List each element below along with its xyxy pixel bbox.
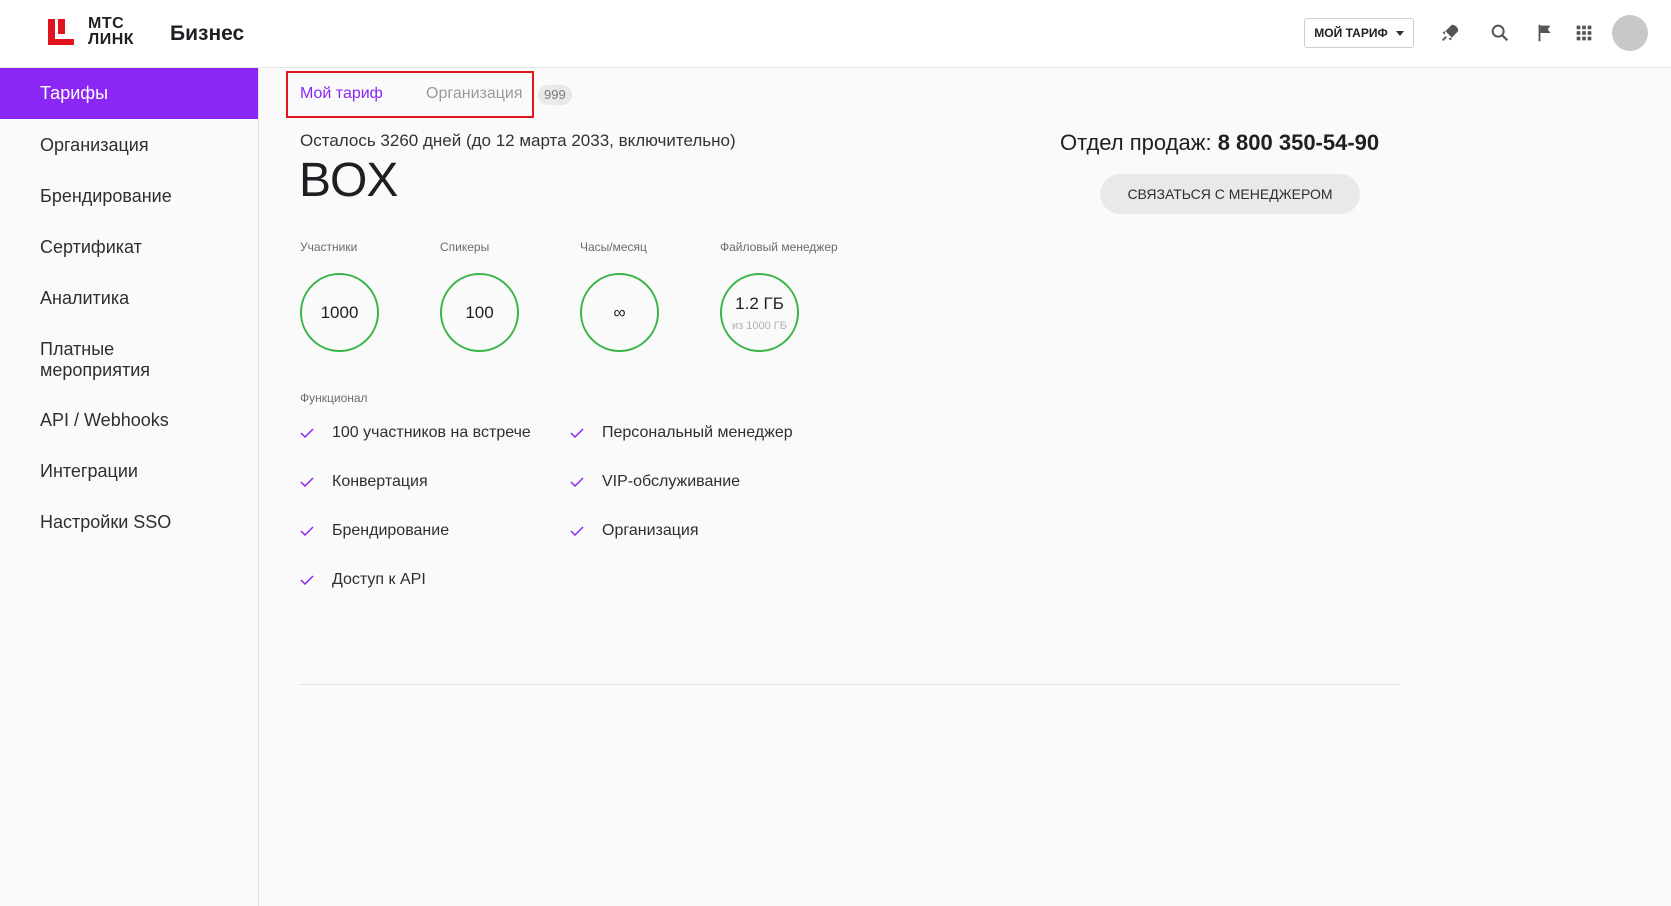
- count-badge: 999: [538, 85, 572, 105]
- sidebar-item-label: API / Webhooks: [40, 410, 169, 430]
- sidebar-item-branding[interactable]: Брендирование: [0, 186, 258, 207]
- my-tariff-label: МОЙ ТАРИФ: [1314, 26, 1388, 40]
- sidebar-item-analytics[interactable]: Аналитика: [0, 288, 258, 309]
- check-icon: [300, 428, 314, 438]
- check-icon: [570, 428, 584, 438]
- check-icon: [300, 477, 314, 487]
- divider: [300, 684, 1400, 685]
- stat-label-speakers: Спикеры: [440, 240, 490, 254]
- stat-subvalue: из 1000 ГБ: [732, 319, 787, 332]
- sales-contact: Отдел продаж: 8 800 350-54-90: [1060, 130, 1379, 156]
- sidebar-item-sso-settings[interactable]: Настройки SSO: [0, 512, 258, 533]
- sidebar-item-certificate[interactable]: Сертификат: [0, 237, 258, 258]
- stat-circle-speakers: 100: [440, 273, 519, 352]
- sidebar-item-label: Брендирование: [40, 186, 172, 206]
- stat-circle-hours: ∞: [580, 273, 659, 352]
- check-icon: [300, 526, 314, 536]
- search-icon[interactable]: [1489, 22, 1511, 44]
- caret-down-icon: [1395, 30, 1404, 36]
- logo-text-line1: МТС: [88, 15, 125, 32]
- feature-item: Конвертация: [300, 473, 428, 491]
- stat-label-participants: Участники: [300, 240, 358, 254]
- feature-item: 100 участников на встрече: [300, 424, 531, 442]
- feature-item: Доступ к API: [300, 571, 426, 589]
- sidebar-item-organization[interactable]: Организация: [0, 135, 258, 156]
- feature-text: Доступ к API: [332, 571, 426, 588]
- tab-my-tariff[interactable]: Мой тариф: [300, 85, 383, 103]
- sidebar-item-label: Организация: [40, 135, 149, 155]
- feature-item: VIP-обслуживание: [570, 473, 740, 491]
- feature-item: Персональный менеджер: [570, 424, 793, 442]
- stat-value: ∞: [613, 302, 626, 322]
- mts-link-logo-icon[interactable]: [46, 17, 76, 47]
- feature-text: Конвертация: [332, 473, 428, 490]
- sales-label: Отдел продаж:: [1060, 130, 1212, 155]
- product-name: Бизнес: [170, 22, 245, 45]
- sidebar-item-label: Сертификат: [40, 237, 142, 257]
- stat-value: 100: [465, 302, 494, 322]
- sidebar-item-label: Интеграции: [40, 461, 138, 481]
- feature-text: Организация: [602, 522, 699, 539]
- avatar[interactable]: [1612, 15, 1648, 51]
- stat-label-hours: Часы/месяц: [580, 240, 647, 254]
- sidebar-item-label: Платные мероприятия: [40, 339, 151, 380]
- plan-name: BOX: [299, 154, 398, 207]
- logo-text[interactable]: МТС ЛИНК: [88, 16, 134, 48]
- sidebar-item-label: Настройки SSO: [40, 512, 172, 532]
- stat-circle-file-manager: 1.2 ГБ из 1000 ГБ: [720, 273, 799, 352]
- check-icon: [300, 575, 314, 585]
- check-icon: [570, 477, 584, 487]
- features-label: Функционал: [300, 391, 368, 405]
- sidebar-item-paid-events[interactable]: Платные мероприятия: [0, 339, 200, 381]
- contact-manager-button[interactable]: СВЯЗАТЬСЯ С МЕНЕДЖЕРОМ: [1100, 174, 1360, 214]
- feature-item: Организация: [570, 522, 699, 540]
- sidebar-item-label: Тарифы: [40, 83, 109, 103]
- feature-text: VIP-обслуживание: [602, 473, 741, 490]
- sidebar-item-api-webhooks[interactable]: API / Webhooks: [0, 410, 258, 431]
- apps-grid-icon[interactable]: [1573, 22, 1595, 44]
- feature-text: Брендирование: [332, 522, 450, 539]
- feature-item: Брендирование: [300, 522, 449, 540]
- check-icon: [570, 526, 584, 536]
- rocket-icon[interactable]: [1439, 22, 1461, 44]
- flag-icon[interactable]: [1534, 22, 1556, 44]
- tab-organization[interactable]: Организация: [426, 85, 523, 103]
- stat-label-file-manager: Файловый менеджер: [720, 240, 838, 254]
- stat-circle-participants: 1000: [300, 273, 379, 352]
- sidebar: Тарифы Организация Брендирование Сертифи…: [0, 68, 259, 906]
- sidebar-item-integrations[interactable]: Интеграции: [0, 461, 258, 482]
- my-tariff-dropdown[interactable]: МОЙ ТАРИФ: [1304, 18, 1414, 48]
- sidebar-item-label: Аналитика: [40, 288, 130, 308]
- feature-text: 100 участников на встрече: [332, 424, 531, 441]
- logo-text-line2: ЛИНК: [88, 31, 135, 48]
- top-header: МТС ЛИНК Бизнес МОЙ ТАРИФ: [0, 0, 1671, 68]
- sales-phone[interactable]: 8 800 350-54-90: [1218, 130, 1379, 155]
- stat-value: 1.2 ГБ: [735, 293, 784, 313]
- remaining-days-text: Осталось 3260 дней (до 12 марта 2033, вк…: [300, 131, 736, 150]
- sidebar-item-tariffs[interactable]: Тарифы: [0, 68, 258, 119]
- feature-text: Персональный менеджер: [602, 424, 793, 441]
- stat-value: 1000: [320, 302, 359, 322]
